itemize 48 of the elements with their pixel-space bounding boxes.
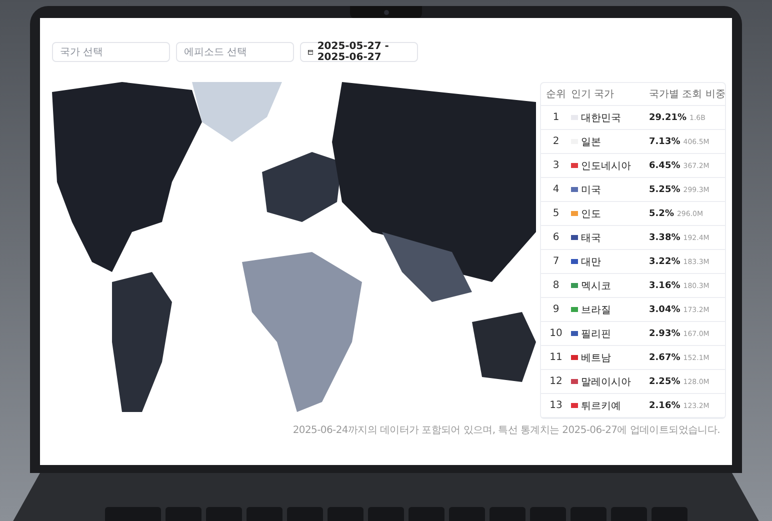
rank-cell-text: 2 [552, 136, 560, 147]
country-name: 멕시코 [581, 280, 611, 292]
country-select[interactable]: 국가 선택 [52, 42, 170, 62]
share-percent: 2.67% [649, 352, 680, 362]
rank-cell-text: 10 [548, 328, 564, 339]
country-name: 베트남 [581, 352, 611, 364]
share-percent: 7.13% [649, 136, 680, 146]
rank-cell-text: 13 [548, 400, 564, 411]
share-percent: 2.93% [649, 328, 680, 338]
country-name: 말레이시아 [581, 376, 631, 388]
country-name: 태국 [581, 232, 601, 244]
share-percent: 3.22% [649, 256, 680, 266]
country-name: 필리핀 [581, 328, 611, 340]
share-percent: 3.04% [649, 304, 680, 314]
rank-cell-text: 11 [548, 352, 564, 363]
rank-cell-text: 7 [552, 256, 560, 267]
rank-cell-text: 1 [552, 112, 560, 123]
country-name: 인도네시아 [581, 160, 631, 172]
share-percent: 2.16% [649, 400, 680, 410]
share-percent: 2.25% [649, 376, 680, 386]
column-header: 국가별 조회 비중 [649, 88, 726, 101]
column-header: 순위 [545, 88, 567, 101]
rank-cell-text: 3 [552, 160, 560, 171]
country-name: 튀르키예 [581, 400, 621, 412]
rank-cell-text: 12 [548, 376, 564, 387]
rank-cell-text: 4 [552, 184, 560, 195]
column-header: 인기 국가 [571, 88, 616, 101]
share-percent: 29.21% [649, 112, 686, 122]
rank-cell-text: 5 [552, 208, 560, 219]
rank-cell-text: 8 [552, 280, 560, 291]
share-percent: 5.25% [649, 184, 680, 194]
country-name: 대만 [581, 256, 601, 268]
rank-cell-text: 6 [552, 232, 560, 243]
share-percent: 6.45% [649, 160, 680, 170]
country-name: 미국 [581, 184, 601, 196]
share-percent: 3.16% [649, 280, 680, 290]
date-range-field[interactable]: 2025-05-27 - 2025-06-27 [300, 42, 418, 62]
country-name: 대한민국 [581, 112, 621, 124]
footnote: 2025-06-24까지의 데이터가 포함되어 있으며, 특선 통계치는 2025-06-27에 업데이트되었습니다. [292, 424, 720, 437]
country-name: 브라질 [581, 304, 611, 316]
country-name: 인도 [581, 208, 601, 220]
camera-notch [350, 6, 422, 19]
country-name: 일본 [581, 136, 601, 148]
share-percent: 3.38% [649, 232, 680, 242]
share-percent: 5.2% [649, 208, 674, 218]
episode-select[interactable]: 에피소드 선택 [176, 42, 294, 62]
calendar-icon [308, 48, 314, 56]
rank-cell-text: 9 [552, 304, 560, 315]
